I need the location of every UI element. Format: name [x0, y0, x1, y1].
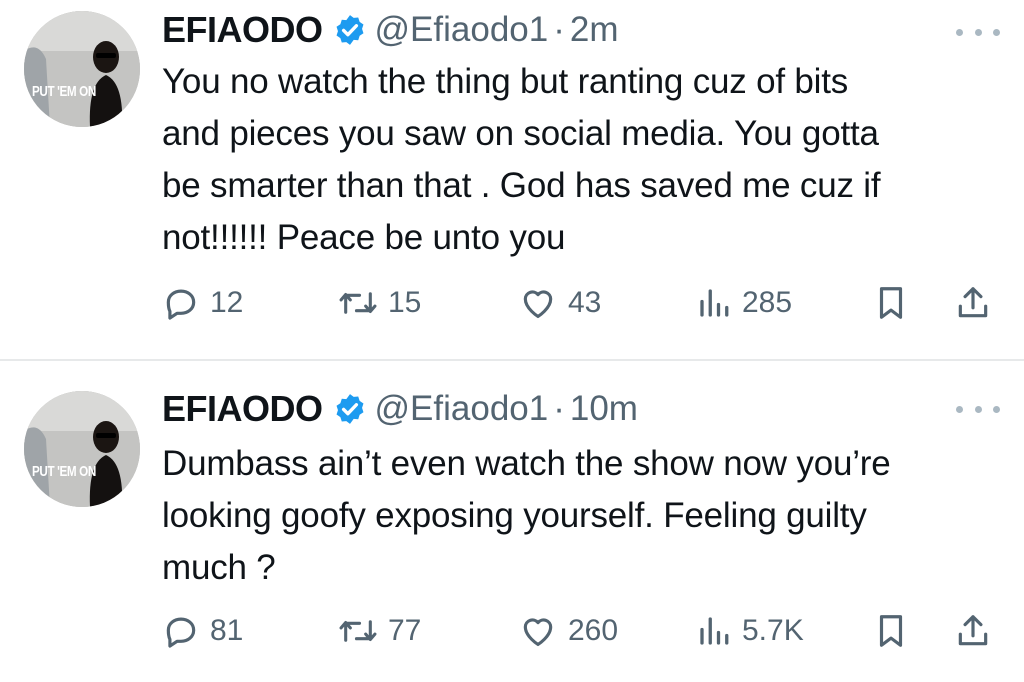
- tweet-header: EFIAODO @Efiaodo1 · 10m: [162, 387, 638, 431]
- display-name[interactable]: EFIAODO: [162, 388, 323, 430]
- share-icon: [958, 615, 988, 646]
- like-icon: [523, 618, 553, 647]
- reply-icon: [166, 617, 196, 648]
- handle[interactable]: @Efiaodo1: [375, 389, 549, 429]
- like-count: 260: [568, 614, 619, 647]
- tweet-text: Dumbass ain’t even watch the show now yo…: [162, 444, 891, 587]
- reply-button[interactable]: 81: [162, 609, 243, 653]
- separator: ·: [553, 389, 565, 428]
- timestamp[interactable]: 10m: [570, 389, 638, 429]
- action-bar: 81 77 260 5.7K: [162, 609, 1002, 653]
- views-icon: [700, 617, 729, 645]
- tweet[interactable]: PUT 'EM ON EFIAODO @Efiaodo1 · 10m Dumba…: [0, 0, 1024, 682]
- verified-badge-icon: [336, 394, 363, 424]
- views-count: 5.7K: [742, 614, 804, 647]
- reply-count: 81: [210, 614, 244, 647]
- bookmark-button[interactable]: [872, 609, 910, 653]
- avatar-caption: PUT 'EM ON: [32, 463, 96, 480]
- more-icon[interactable]: [956, 399, 1000, 419]
- retweet-button[interactable]: 77: [338, 609, 421, 653]
- views-button[interactable]: 5.7K: [696, 609, 804, 653]
- retweet-count: 77: [388, 614, 422, 647]
- retweet-icon: [339, 620, 377, 642]
- share-button[interactable]: [954, 609, 992, 653]
- avatar[interactable]: PUT 'EM ON: [24, 391, 140, 507]
- bookmark-icon: [879, 615, 903, 647]
- like-button[interactable]: 260: [518, 609, 618, 653]
